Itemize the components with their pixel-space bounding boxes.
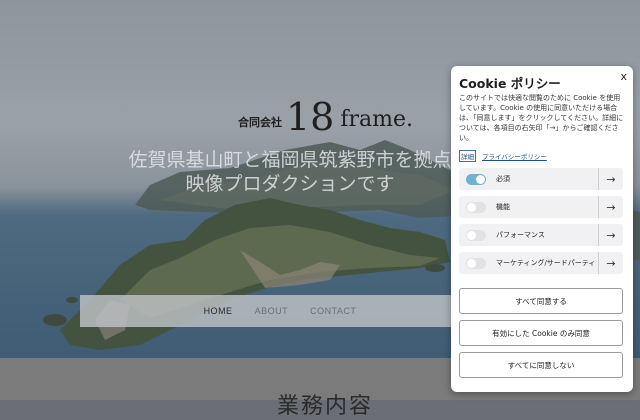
cookie-category-functional[interactable]: 機能 → <box>459 196 623 218</box>
category-label: マーケティング/サードパーティ <box>496 259 596 267</box>
category-label: パフォーマンス <box>496 231 545 239</box>
close-icon[interactable]: x <box>620 70 627 83</box>
arrow-right-icon[interactable]: → <box>598 196 623 218</box>
category-label: 機能 <box>496 203 510 211</box>
nav-home-link[interactable]: HOME <box>204 306 233 316</box>
cookie-links: 詳細 プライバシーポリシー <box>459 150 547 162</box>
accept-all-button[interactable]: すべて同意する <box>459 288 623 314</box>
cookie-category-required[interactable]: 必須 → <box>459 168 623 190</box>
arrow-right-icon[interactable]: → <box>598 224 623 246</box>
nav-about-link[interactable]: ABOUT <box>255 306 289 316</box>
arrow-right-icon[interactable]: → <box>598 168 623 190</box>
cookie-panel-title: Cookie ポリシー <box>459 76 561 91</box>
cookie-category-performance[interactable]: パフォーマンス → <box>459 224 623 246</box>
privacy-policy-link[interactable]: プライバシーポリシー <box>482 151 547 161</box>
section-heading: 業務内容 <box>276 394 373 419</box>
tagline-line-1: 佐賀県基山町と福岡県筑紫野市を拠点 <box>128 149 452 171</box>
toggle-switch[interactable] <box>466 173 486 185</box>
cookie-consent-panel: Cookie ポリシー x このサイトでは快適な閲覧のために Cookie を使… <box>451 66 633 392</box>
toggle-switch[interactable] <box>466 201 486 213</box>
logo-number-text: 18 <box>286 95 335 139</box>
reject-all-button[interactable]: すべてに同意しない <box>459 352 623 378</box>
site-logo[interactable]: 合同会社 18 frame. <box>238 95 414 139</box>
main-navigation: HOME ABOUT CONTACT <box>80 295 480 327</box>
accept-selected-button[interactable]: 有効にした Cookie のみ同意 <box>459 320 623 346</box>
cookie-description: このサイトでは快適な閲覧のために Cookie を使用しています。Cookie … <box>459 94 624 142</box>
toggle-switch[interactable] <box>466 257 486 269</box>
tagline-line-2: 映像プロダクションです <box>185 173 395 195</box>
cookie-category-marketing[interactable]: マーケティング/サードパーティ → <box>459 252 623 274</box>
category-label: 必須 <box>496 175 510 183</box>
toggle-switch[interactable] <box>466 229 486 241</box>
logo-word-text: frame. <box>340 107 414 132</box>
logo-company-text: 合同会社 <box>238 116 282 129</box>
nav-contact-link[interactable]: CONTACT <box>310 306 356 316</box>
details-link[interactable]: 詳細 <box>459 150 476 162</box>
arrow-right-icon[interactable]: → <box>598 252 623 274</box>
hero-tagline: 佐賀県基山町と福岡県筑紫野市を拠点 映像プロダクションです <box>100 148 480 196</box>
